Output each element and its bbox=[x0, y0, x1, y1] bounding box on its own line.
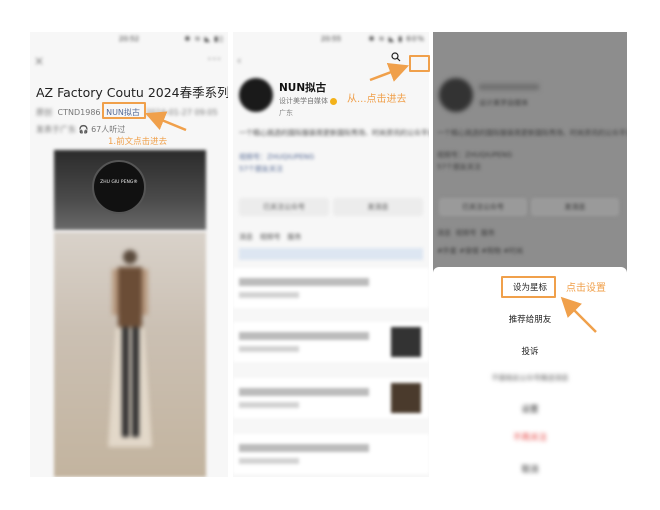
highlight-star-box bbox=[501, 276, 556, 298]
tab-messages: 消息 bbox=[437, 229, 451, 237]
close-icon[interactable]: × bbox=[34, 54, 44, 68]
status-bar: 20:55 ✱ ≋ ◣ ▮ 60% bbox=[233, 32, 429, 46]
blurred-name bbox=[479, 84, 539, 90]
message-button: 发消息 bbox=[531, 198, 619, 216]
publish-location: 发表于广东 bbox=[36, 125, 76, 134]
annotation-step3: 点击设置 bbox=[566, 283, 606, 294]
more-icon[interactable]: ··· bbox=[208, 52, 222, 66]
list-item[interactable] bbox=[233, 268, 429, 308]
article-screen: 20:52 ✱ ≋ ◣ ▮▯ × ··· AZ Factory Coutu 20… bbox=[30, 32, 228, 477]
list-item[interactable] bbox=[233, 322, 429, 362]
profile-tabs: 消息 视频号 服务 bbox=[239, 232, 301, 242]
verified-icon bbox=[330, 97, 337, 105]
mute-menu-item[interactable]: 不接收此公众号推送消息 bbox=[433, 373, 627, 383]
settings-menu-item[interactable]: 设置 bbox=[433, 403, 627, 415]
tag-strip: #外套 #穿搭 #购物 #时尚 bbox=[437, 247, 524, 255]
account-menu-screen: 设计美学自媒体 一个精心挑选的国际服装周更新国际秀场、时尚资讯的公众平台 视频号… bbox=[433, 32, 627, 477]
list-item[interactable] bbox=[233, 378, 429, 418]
account-location: 广东 bbox=[279, 109, 293, 117]
article-title: AZ Factory Coutu 2024春季系列 bbox=[36, 85, 228, 100]
account-description: 一个精心挑选的国际服装周更新国际秀场、时尚资讯的公众平台 bbox=[239, 129, 429, 137]
followed-button: 已关注公众号 bbox=[439, 198, 527, 216]
account-category: 设计美学自媒体 bbox=[279, 96, 337, 106]
search-icon[interactable] bbox=[391, 52, 401, 62]
article-meta-2: 发表于广东 🎧 67人听过 bbox=[36, 124, 125, 135]
publish-date: 2024-01-27 09:05 bbox=[145, 108, 218, 117]
tutorial-composite: 20:52 ✱ ≋ ◣ ▮▯ × ··· AZ Factory Coutu 20… bbox=[0, 0, 660, 510]
channel-link[interactable]: 视频号：ZHUQIUPENG bbox=[239, 152, 314, 162]
status-icons: ✱ ≋ ◣ ▮▯ bbox=[184, 35, 224, 43]
account-category: 设计美学自媒体 bbox=[479, 99, 528, 107]
annotation-step1: 1.前文点击进去 bbox=[108, 137, 168, 147]
recommend-menu-item[interactable]: 推荐给朋友 bbox=[433, 313, 627, 325]
highlight-more-box bbox=[409, 55, 430, 72]
model-figure bbox=[108, 250, 152, 447]
followed-button[interactable]: 已关注公众号 bbox=[239, 198, 329, 216]
tag-strip bbox=[239, 248, 423, 260]
tab-services[interactable]: 服务 bbox=[287, 233, 301, 241]
back-icon[interactable]: ‹ bbox=[237, 54, 241, 67]
list-item[interactable] bbox=[233, 434, 429, 474]
account-name: NUN拟古 bbox=[279, 82, 327, 94]
cancel-menu-item[interactable]: 取消 bbox=[433, 463, 627, 475]
friends-follow-link[interactable]: 57个朋友关注 bbox=[239, 164, 283, 174]
complain-menu-item[interactable]: 投诉 bbox=[433, 345, 627, 357]
friends-follow-link: 57个朋友关注 bbox=[437, 163, 481, 171]
original-tag: 原创 bbox=[36, 108, 52, 117]
channel-link: 视频号：ZHUQIUPENG bbox=[437, 151, 513, 159]
listeners-count: 67人听过 bbox=[91, 125, 126, 134]
brand-sign bbox=[92, 160, 146, 214]
tab-channel: 视频号 bbox=[455, 229, 477, 237]
avatar bbox=[239, 78, 273, 112]
tab-channel[interactable]: 视频号 bbox=[260, 233, 281, 241]
author-name: CTND1986 bbox=[57, 108, 101, 117]
tab-messages[interactable]: 消息 bbox=[239, 233, 253, 241]
highlight-account-box bbox=[102, 102, 146, 119]
headphones-icon: 🎧 bbox=[78, 125, 89, 134]
status-icons: ✱ ≋ ◣ ▮ 60% bbox=[368, 35, 425, 43]
account-category-text: 设计美学自媒体 bbox=[279, 97, 328, 105]
action-sheet: 设为星标 推荐给朋友 投诉 不接收此公众号推送消息 设置 不再关注 取消 bbox=[433, 267, 627, 477]
message-button[interactable]: 发消息 bbox=[333, 198, 423, 216]
annotation-step2: 从...点击进去 bbox=[347, 94, 407, 105]
brand-sign-text: ZHU GIU PENG® bbox=[100, 180, 138, 185]
profile-tabs: 消息 视频号 服务 bbox=[437, 228, 495, 238]
account-description: 一个精心挑选的国际服装周更新国际秀场、时尚资讯的公众平台 bbox=[437, 129, 627, 137]
avatar bbox=[439, 78, 473, 112]
tab-services: 服务 bbox=[480, 229, 495, 237]
unfollow-menu-item[interactable]: 不再关注 bbox=[433, 431, 627, 443]
status-bar: 20:52 ✱ ≋ ◣ ▮▯ bbox=[30, 32, 228, 46]
